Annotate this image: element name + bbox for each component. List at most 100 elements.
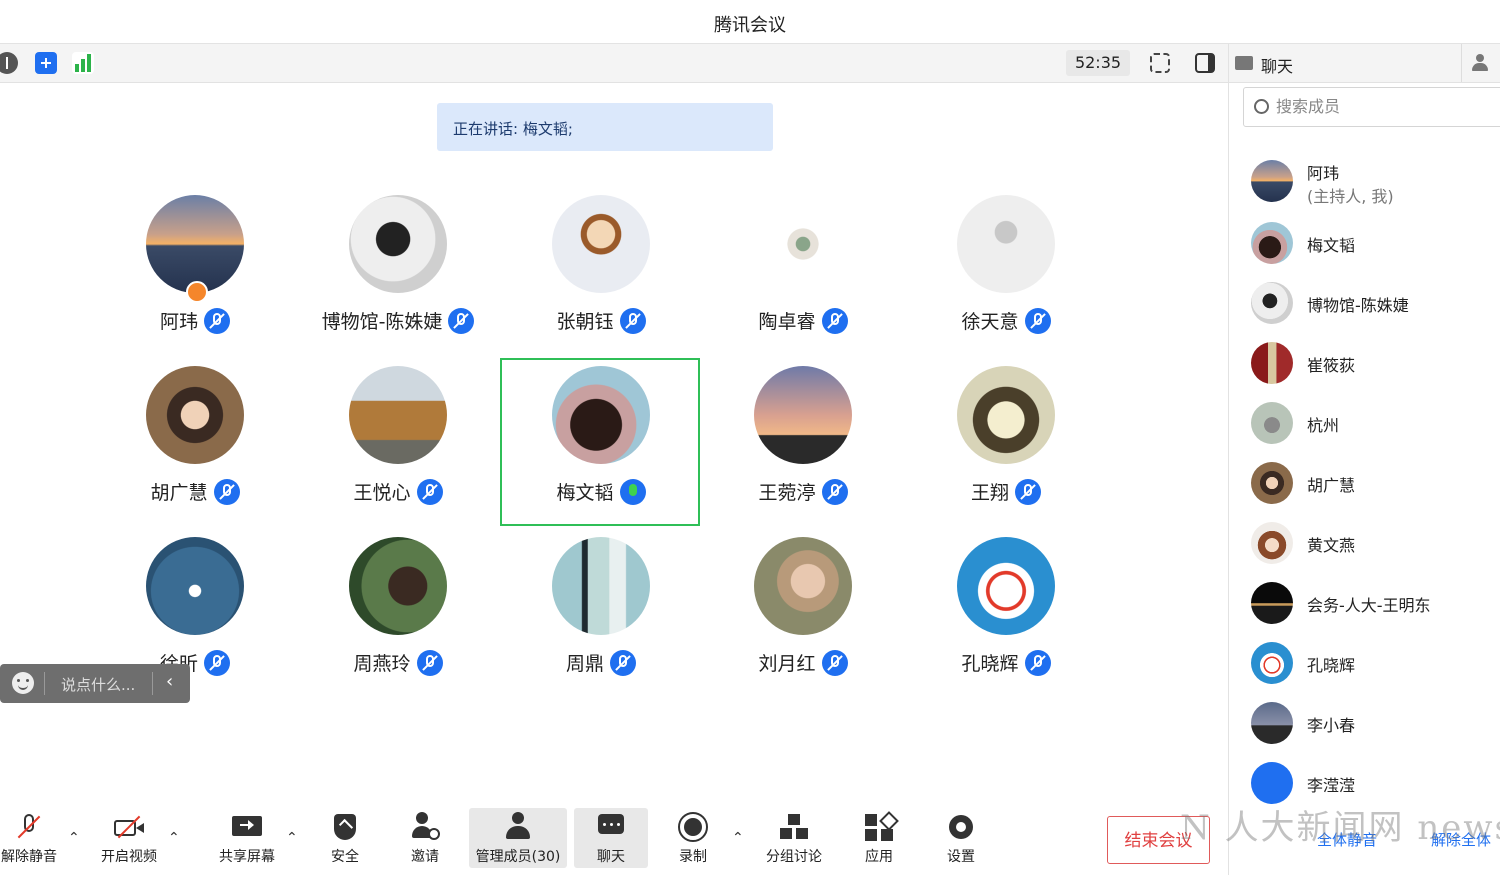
avatar (754, 366, 852, 464)
member-row[interactable]: 胡广慧 (1229, 454, 1500, 514)
member-name: 胡广慧 (1307, 476, 1356, 495)
member-row[interactable]: 梅文韬 (1229, 214, 1500, 274)
participant-tile[interactable]: 徐天意 (906, 195, 1106, 360)
tab-chat[interactable]: 聊天 (1261, 53, 1293, 77)
participant-tile[interactable]: 阿玮 (95, 195, 295, 360)
participant-name: 阿玮 (95, 307, 295, 334)
record-options-chevron-icon[interactable]: ⌃ (732, 830, 744, 846)
app-title: 腾讯会议 (714, 15, 786, 36)
mic-muted-icon[interactable] (821, 649, 848, 676)
avatar (754, 195, 852, 293)
video-options-chevron-icon[interactable]: ⌃ (168, 830, 180, 846)
shield-icon[interactable] (35, 52, 57, 74)
avatar (1251, 642, 1293, 684)
apps-button[interactable]: 应用 (852, 800, 906, 875)
chat-quick-input[interactable]: 说点什么... ‹ (0, 664, 190, 703)
start-video-button[interactable]: 开启视频 (94, 800, 164, 875)
share-options-chevron-icon[interactable]: ⌃ (286, 830, 298, 846)
member-name: 孔晓辉 (1307, 656, 1356, 675)
mic-muted-icon[interactable] (204, 649, 230, 676)
member-row[interactable]: 会务-人大-王明东 (1229, 574, 1500, 634)
share-screen-icon (232, 812, 262, 842)
participant-tile[interactable]: 陶卓睿 (703, 195, 903, 360)
members-tab-icon[interactable] (1471, 54, 1489, 72)
member-row[interactable]: 杭州 (1229, 394, 1500, 454)
layout-icon[interactable] (1195, 53, 1215, 73)
member-row[interactable]: 黄文燕 (1229, 514, 1500, 574)
breakout-button[interactable]: 分组讨论 (760, 800, 828, 875)
speaking-banner: 正在讲话: 梅文韬; (437, 103, 773, 151)
members-icon (503, 812, 533, 842)
avatar (957, 195, 1055, 293)
participant-tile[interactable]: 博物馆-陈姝婕 (298, 195, 498, 360)
unmute-button[interactable]: 解除静音 (0, 800, 58, 875)
mic-muted-icon[interactable] (821, 478, 848, 505)
participant-tile[interactable]: 张朝钰 (501, 195, 701, 360)
emoji-icon[interactable] (12, 672, 34, 694)
chat-bubble-icon (596, 812, 626, 842)
participant-tile[interactable]: 刘月红 (703, 537, 903, 702)
mic-muted-icon[interactable] (1024, 307, 1051, 334)
signal-icon[interactable] (72, 52, 94, 74)
mic-muted-icon[interactable] (1015, 478, 1041, 505)
mic-muted-icon[interactable] (1024, 649, 1051, 676)
participant-tile[interactable]: 周鼎 (501, 537, 701, 702)
participant-tile[interactable]: 周燕玲 (298, 537, 498, 702)
meeting-toolbar: 52:35 (0, 44, 1228, 83)
avatar (552, 537, 650, 635)
invite-button[interactable]: 邀请 (398, 800, 452, 875)
member-row[interactable]: 孔晓辉 (1229, 634, 1500, 694)
watermark: N 人大新闻网 news.ruc.edu.cn (1180, 808, 1500, 848)
avatar (957, 537, 1055, 635)
member-name: 会务-人大-王明东 (1307, 596, 1431, 615)
mic-muted-icon[interactable] (416, 478, 443, 505)
avatar (1251, 222, 1293, 264)
member-row[interactable]: 崔筱荻 (1229, 334, 1500, 394)
mic-muted-icon[interactable] (821, 307, 848, 334)
collapse-icon[interactable]: ‹ (166, 671, 173, 692)
participant-name: 刘月红 (703, 649, 903, 676)
participant-tile[interactable]: 胡广慧 (95, 366, 295, 531)
member-search[interactable] (1243, 87, 1500, 127)
avatar (552, 195, 650, 293)
search-icon (1254, 99, 1269, 114)
mic-muted-icon[interactable] (204, 307, 230, 334)
mic-muted-icon[interactable] (619, 307, 646, 334)
meeting-timer: 52:35 (1066, 50, 1130, 76)
avatar (1251, 702, 1293, 744)
divider (152, 672, 153, 695)
search-input[interactable] (1274, 96, 1498, 117)
speaking-text: 正在讲话: 梅文韬; (453, 120, 573, 138)
audio-options-chevron-icon[interactable]: ⌃ (68, 830, 80, 846)
bottom-bar: 解除静音 开启视频 共享屏幕 安全 邀请 管理成员(30) 聊天 录制 分组讨论… (0, 800, 1228, 875)
participant-name: 周鼎 (501, 649, 701, 676)
invite-user-icon (410, 812, 440, 842)
video-off-icon (114, 812, 144, 842)
member-row[interactable]: 阿玮 (主持人, 我) (1229, 152, 1500, 212)
member-name: 崔筱荻 (1307, 356, 1356, 375)
settings-button[interactable]: 设置 (934, 800, 988, 875)
avatar (349, 195, 447, 293)
participant-name: 王悦心 (298, 478, 498, 505)
participant-tile[interactable]: 王悦心 (298, 366, 498, 531)
fullscreen-icon[interactable] (1150, 53, 1170, 73)
member-row[interactable]: 博物馆-陈姝婕 (1229, 274, 1500, 334)
security-button[interactable]: 安全 (318, 800, 372, 875)
mic-muted-icon[interactable] (610, 649, 636, 676)
participant-tile[interactable]: 王翔 (906, 366, 1106, 531)
participant-tile[interactable]: 孔晓辉 (906, 537, 1106, 702)
apps-icon (864, 811, 899, 842)
title-bar: 腾讯会议 (0, 0, 1500, 44)
manage-members-button[interactable]: 管理成员(30) (469, 808, 567, 868)
mic-muted-icon[interactable] (213, 478, 240, 505)
member-row[interactable]: 李小春 (1229, 694, 1500, 754)
chat-button[interactable]: 聊天 (574, 808, 648, 868)
info-icon[interactable] (0, 52, 18, 74)
mic-muted-icon[interactable] (416, 649, 443, 676)
avatar (146, 537, 244, 635)
mic-muted-icon[interactable] (448, 307, 475, 334)
participant-tile[interactable]: 王菀渟 (703, 366, 903, 531)
share-screen-button[interactable]: 共享屏幕 (212, 800, 282, 875)
record-button[interactable]: 录制 (666, 800, 720, 875)
chat-placeholder[interactable]: 说点什么... (61, 674, 135, 695)
